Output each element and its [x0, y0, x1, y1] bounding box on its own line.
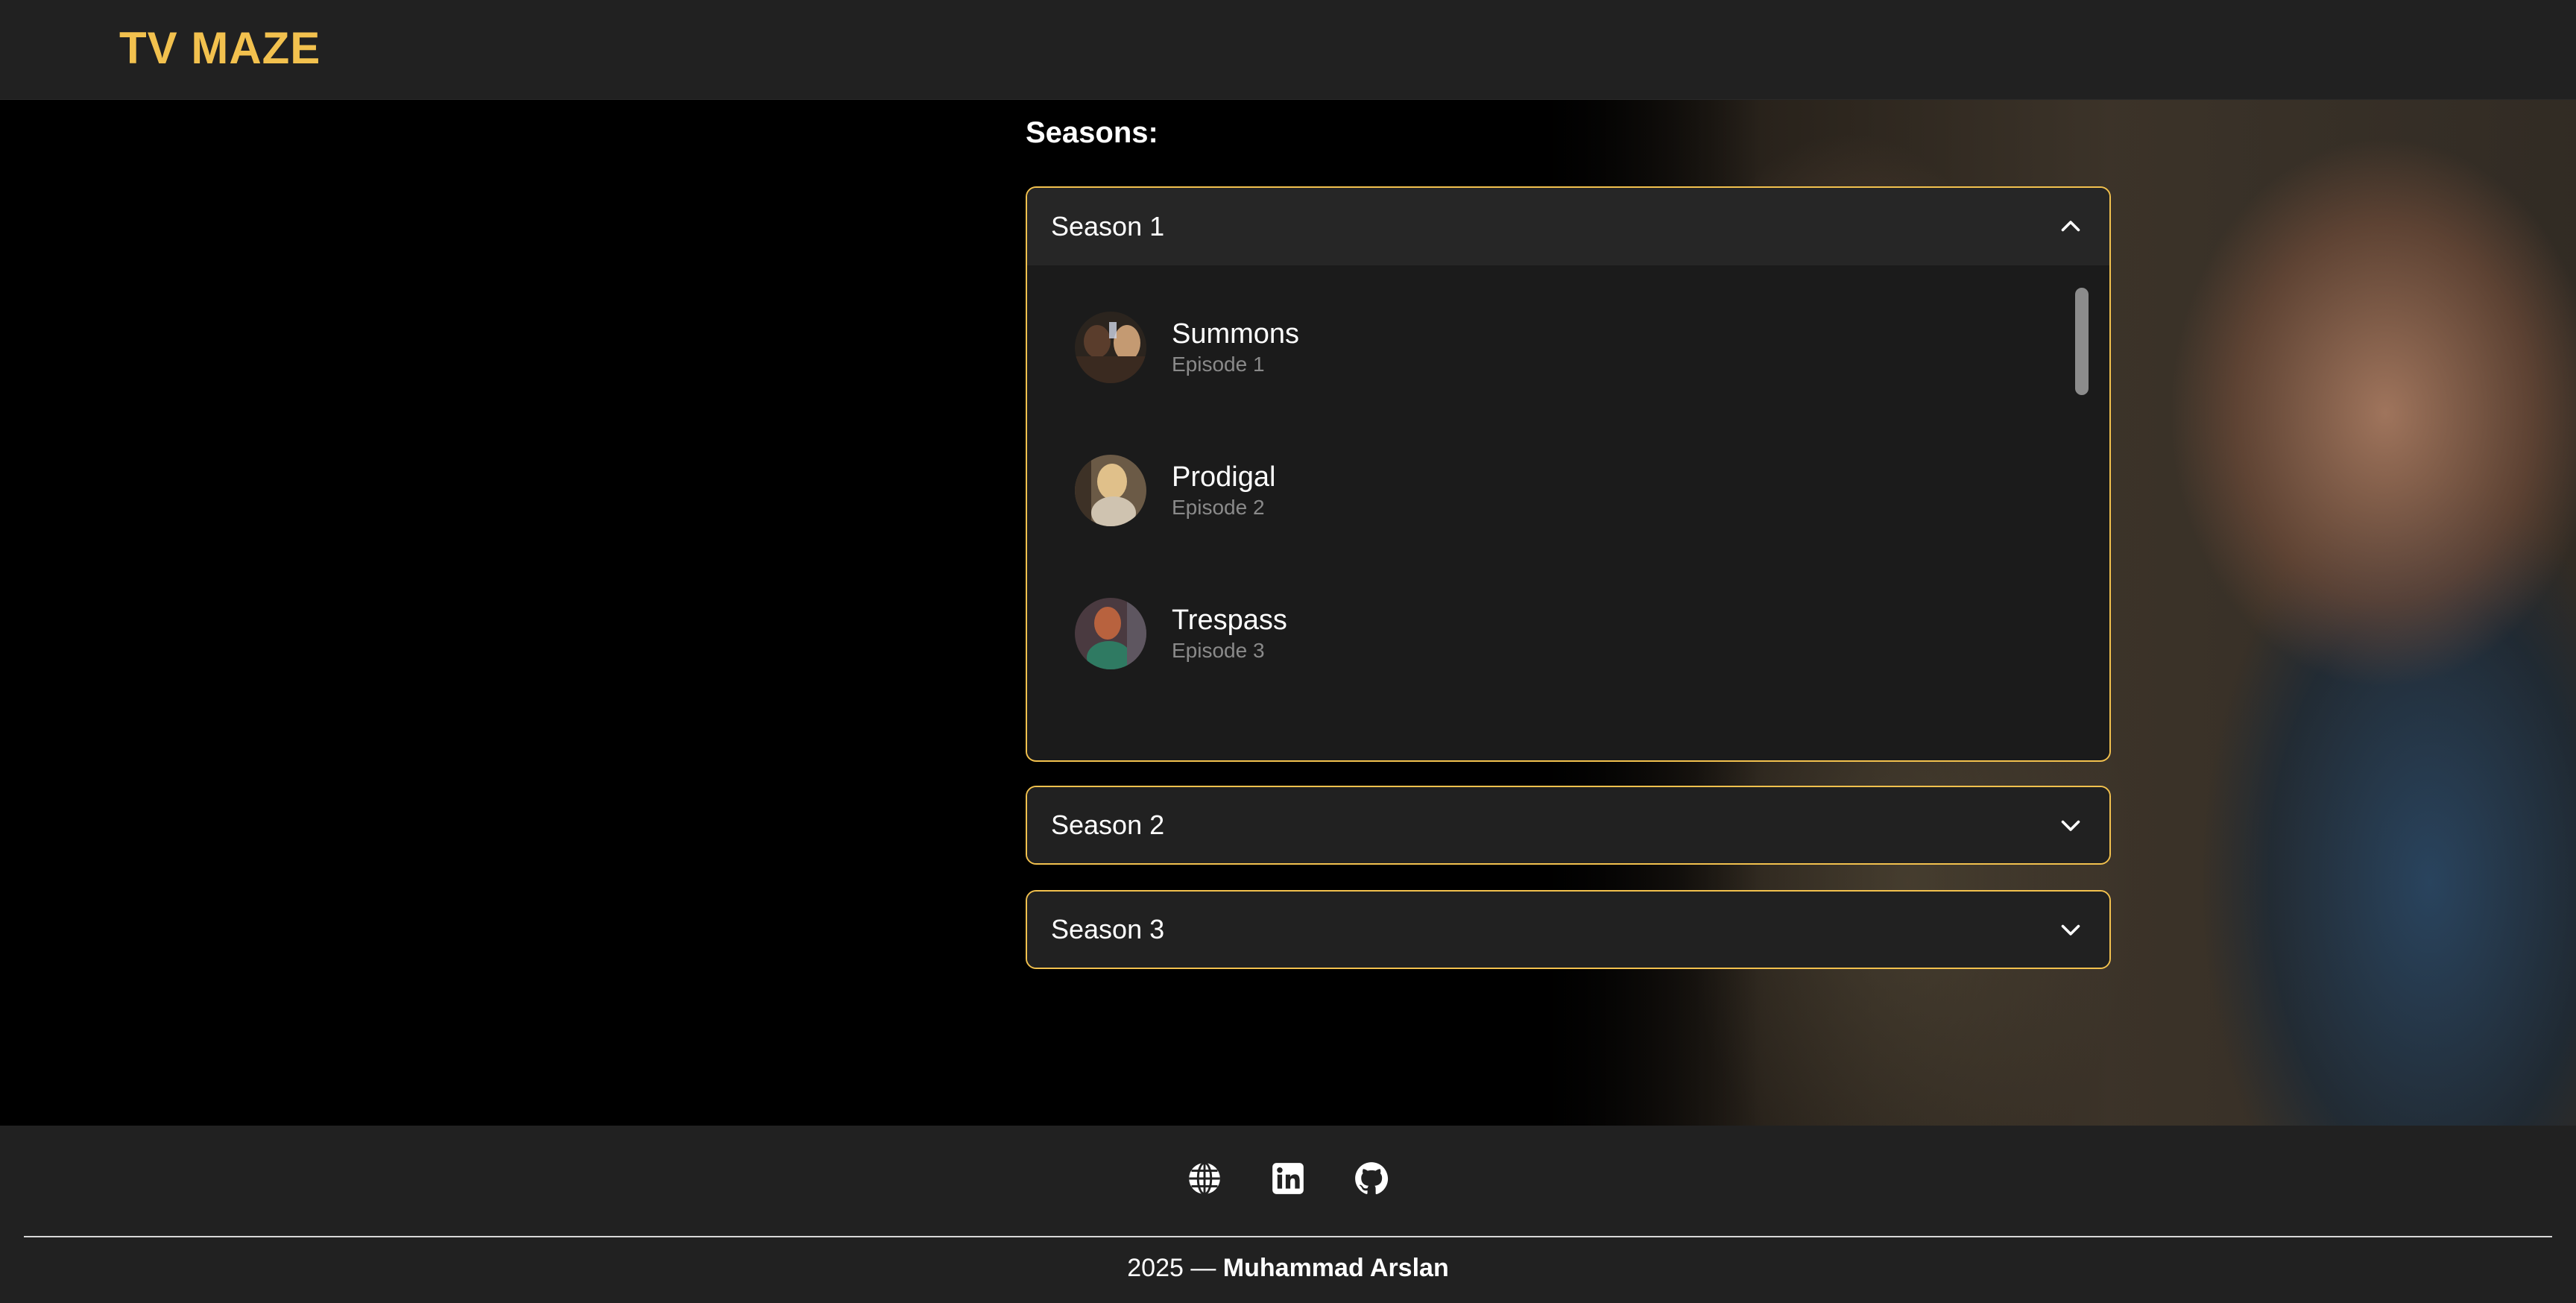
episode-item[interactable]: Prodigal Episode 2 [1075, 453, 1969, 528]
copyright-text: 2025 — Muhammad Arslan [0, 1254, 2576, 1283]
top-navbar: TV MAZE [0, 0, 2576, 100]
season-label: Season 1 [1051, 211, 1165, 242]
chevron-up-icon [2061, 221, 2080, 232]
footer-divider [24, 1236, 2552, 1237]
episode-number: Episode 2 [1172, 496, 1265, 519]
episode-number: Episode 1 [1172, 353, 1265, 376]
chevron-down-icon [2061, 820, 2080, 831]
episode-thumbnail [1075, 598, 1146, 669]
brand-logo[interactable]: TV MAZE [119, 22, 321, 74]
episode-item[interactable]: Summons Episode 1 [1075, 310, 1969, 385]
season-accordion-3: Season 3 [1026, 890, 2111, 969]
episode-item[interactable]: Trespass Episode 3 [1075, 596, 1969, 671]
season-label: Season 2 [1051, 810, 1165, 840]
globe-icon[interactable] [1186, 1160, 1223, 1197]
season-header-1[interactable]: Season 1 [1027, 188, 2109, 265]
chevron-down-icon [2061, 924, 2080, 936]
episode-list[interactable]: Summons Episode 1 Prodigal Episode 2 Tre… [1027, 265, 2109, 759]
season-accordion-1: Season 1 Summons Episode 1 Prodigal Epis… [1026, 186, 2111, 762]
episode-number: Episode 3 [1172, 639, 1265, 662]
season-header-2[interactable]: Season 2 [1027, 787, 2109, 863]
episode-list-scrollbar[interactable] [2075, 288, 2089, 395]
author-name: Muhammad Arslan [1222, 1254, 1449, 1282]
linkedin-icon[interactable] [1269, 1160, 1307, 1197]
episode-title: Summons [1172, 318, 1300, 350]
footer: 2025 — Muhammad Arslan [0, 1126, 2576, 1303]
github-icon[interactable] [1353, 1160, 1390, 1197]
copyright-year: 2025 — [1127, 1254, 1223, 1282]
episode-thumbnail [1075, 455, 1146, 526]
episode-thumbnail [1075, 312, 1146, 383]
season-label: Season 3 [1051, 914, 1165, 944]
episode-title: Prodigal [1172, 461, 1276, 493]
social-links [0, 1160, 2576, 1197]
episode-title: Trespass [1172, 605, 1287, 636]
seasons-heading: Seasons: [1026, 116, 1158, 149]
season-accordion-2: Season 2 [1026, 786, 2111, 865]
season-header-3[interactable]: Season 3 [1027, 892, 2109, 968]
